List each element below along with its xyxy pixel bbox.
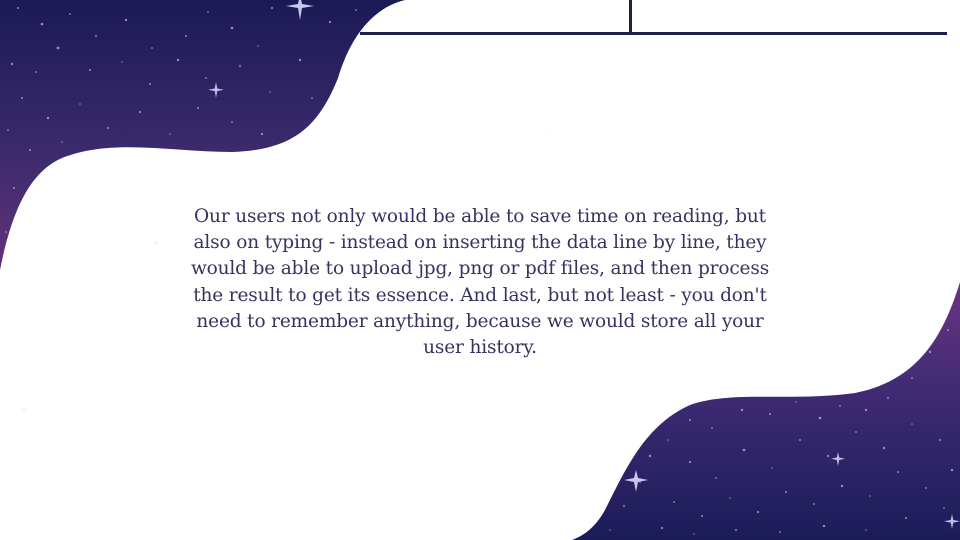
top-vertical-divider — [629, 0, 632, 34]
slide-body-text: Our users not only would be able to save… — [190, 206, 770, 359]
slide-canvas: Our users not only would be able to save… — [0, 0, 960, 540]
top-horizontal-rule — [360, 32, 947, 35]
